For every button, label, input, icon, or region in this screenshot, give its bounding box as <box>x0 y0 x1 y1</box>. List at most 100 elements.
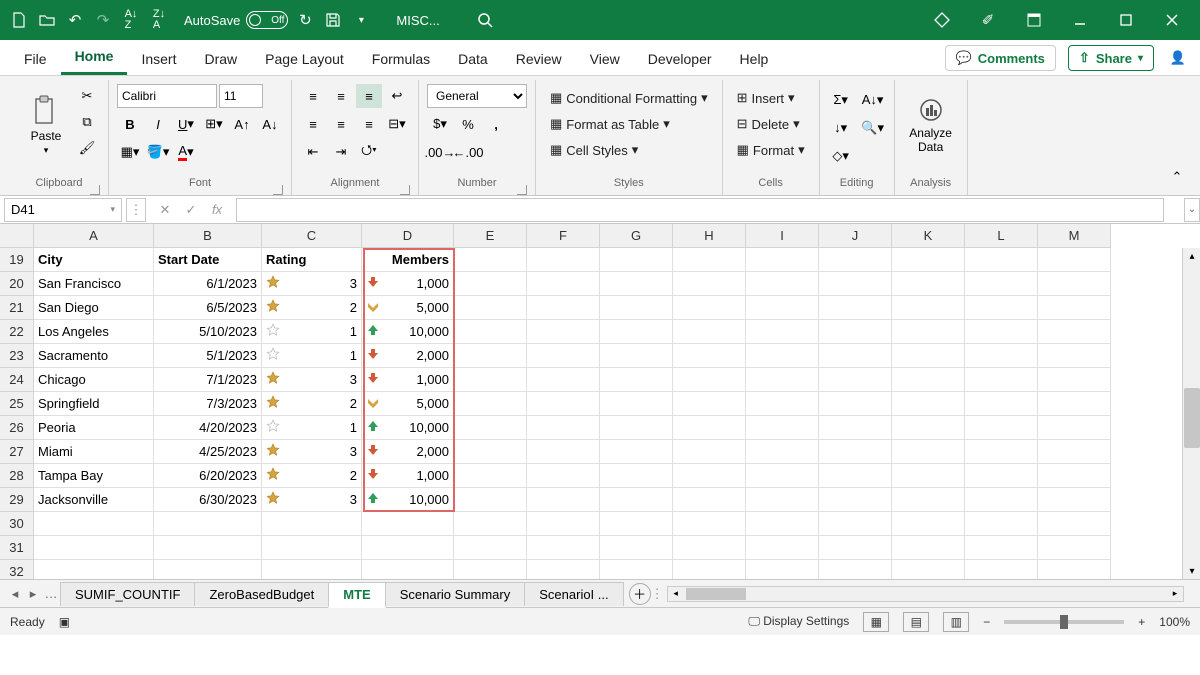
cell[interactable]: 3 <box>262 368 362 392</box>
cell[interactable] <box>746 344 819 368</box>
cell[interactable] <box>600 512 673 536</box>
row-header[interactable]: 30 <box>0 512 34 536</box>
column-header[interactable]: L <box>965 224 1038 248</box>
select-all-corner[interactable] <box>0 224 34 248</box>
cell[interactable] <box>527 464 600 488</box>
cell[interactable] <box>965 512 1038 536</box>
format-painter-icon[interactable]: 🖌 <box>74 136 100 160</box>
cell[interactable] <box>673 488 746 512</box>
cell[interactable]: 2,000 <box>362 440 454 464</box>
cell[interactable] <box>892 344 965 368</box>
align-bottom-icon[interactable]: ≡ <box>356 84 382 108</box>
cell[interactable] <box>819 536 892 560</box>
sheet-tab-mte[interactable]: MTE <box>328 582 385 608</box>
font-size-input[interactable] <box>219 84 263 108</box>
increase-indent-icon[interactable]: ⇥ <box>328 140 354 164</box>
cell[interactable] <box>1038 272 1111 296</box>
cell[interactable] <box>819 368 892 392</box>
tab-developer[interactable]: Developer <box>634 43 726 75</box>
decrease-decimal-icon[interactable]: ←.00 <box>455 140 481 164</box>
align-middle-icon[interactable]: ≡ <box>328 84 354 108</box>
clear-icon[interactable]: ◇▾ <box>828 144 854 168</box>
cell[interactable] <box>892 248 965 272</box>
row-header[interactable]: 26 <box>0 416 34 440</box>
cell[interactable] <box>1038 296 1111 320</box>
cell[interactable] <box>965 560 1038 579</box>
cell[interactable] <box>454 440 527 464</box>
analyze-data-button[interactable]: Analyze Data <box>903 80 959 170</box>
column-header[interactable]: G <box>600 224 673 248</box>
ribbon-display-icon[interactable] <box>1014 6 1054 34</box>
cell[interactable] <box>965 272 1038 296</box>
cell[interactable] <box>527 536 600 560</box>
column-header[interactable]: H <box>673 224 746 248</box>
cell[interactable] <box>965 464 1038 488</box>
cell[interactable] <box>1038 416 1111 440</box>
cell[interactable]: 6/30/2023 <box>154 488 262 512</box>
row-header[interactable]: 25 <box>0 392 34 416</box>
cell[interactable] <box>1038 464 1111 488</box>
align-right-icon[interactable]: ≡ <box>356 112 382 136</box>
cell[interactable] <box>600 320 673 344</box>
fx-icon[interactable]: fx <box>204 198 230 222</box>
cell[interactable] <box>965 488 1038 512</box>
cell[interactable]: 1 <box>262 416 362 440</box>
row-header[interactable]: 31 <box>0 536 34 560</box>
cell[interactable] <box>673 464 746 488</box>
cell[interactable] <box>746 512 819 536</box>
cell[interactable] <box>892 488 965 512</box>
close-button[interactable] <box>1152 6 1192 34</box>
cell[interactable] <box>454 368 527 392</box>
undo-icon[interactable]: ↶ <box>64 9 86 31</box>
cell[interactable] <box>454 296 527 320</box>
tab-formulas[interactable]: Formulas <box>358 43 444 75</box>
horizontal-scrollbar[interactable]: ◂ ▸ <box>667 586 1184 602</box>
cell[interactable] <box>673 368 746 392</box>
maximize-button[interactable] <box>1106 6 1146 34</box>
cell[interactable] <box>600 368 673 392</box>
cell[interactable] <box>819 560 892 579</box>
vscroll-thumb[interactable] <box>1184 388 1200 448</box>
cell[interactable] <box>892 560 965 579</box>
percent-icon[interactable]: % <box>455 112 481 136</box>
cell[interactable]: 3 <box>262 440 362 464</box>
cell[interactable] <box>746 248 819 272</box>
cell[interactable]: Peoria <box>34 416 154 440</box>
italic-icon[interactable]: I <box>145 112 171 136</box>
cell[interactable]: 6/20/2023 <box>154 464 262 488</box>
row-header[interactable]: 23 <box>0 344 34 368</box>
wrap-text-icon[interactable]: ↩ <box>384 84 410 108</box>
font-color-icon[interactable]: A▾ <box>173 140 199 164</box>
tab-draw[interactable]: Draw <box>190 43 251 75</box>
cell[interactable] <box>454 416 527 440</box>
cell[interactable] <box>892 536 965 560</box>
cell[interactable] <box>1038 488 1111 512</box>
cell[interactable] <box>1038 320 1111 344</box>
cell[interactable] <box>746 536 819 560</box>
cell[interactable] <box>819 440 892 464</box>
zoom-level[interactable]: 100% <box>1159 615 1190 629</box>
cell[interactable] <box>527 344 600 368</box>
column-header[interactable]: J <box>819 224 892 248</box>
name-box[interactable]: D41▾ <box>4 198 122 222</box>
cell[interactable] <box>362 560 454 579</box>
borders-icon[interactable]: ▦▾ <box>117 140 143 164</box>
cell[interactable] <box>965 320 1038 344</box>
cell[interactable]: 5/1/2023 <box>154 344 262 368</box>
column-header[interactable]: E <box>454 224 527 248</box>
grow-font-icon[interactable]: A↑ <box>229 112 255 136</box>
cell[interactable] <box>819 296 892 320</box>
bold-icon[interactable]: B <box>117 112 143 136</box>
row-header[interactable]: 19 <box>0 248 34 272</box>
cell[interactable]: 10,000 <box>362 488 454 512</box>
cell[interactable]: 2 <box>262 392 362 416</box>
cell[interactable] <box>819 320 892 344</box>
cell[interactable]: 1 <box>262 344 362 368</box>
cell[interactable] <box>527 320 600 344</box>
scroll-up-icon[interactable]: ▴ <box>1184 248 1200 264</box>
shrink-font-icon[interactable]: A↓ <box>257 112 283 136</box>
cell[interactable] <box>746 320 819 344</box>
brush-icon[interactable]: ✐ <box>968 6 1008 34</box>
cell[interactable] <box>819 512 892 536</box>
cell[interactable] <box>1038 440 1111 464</box>
